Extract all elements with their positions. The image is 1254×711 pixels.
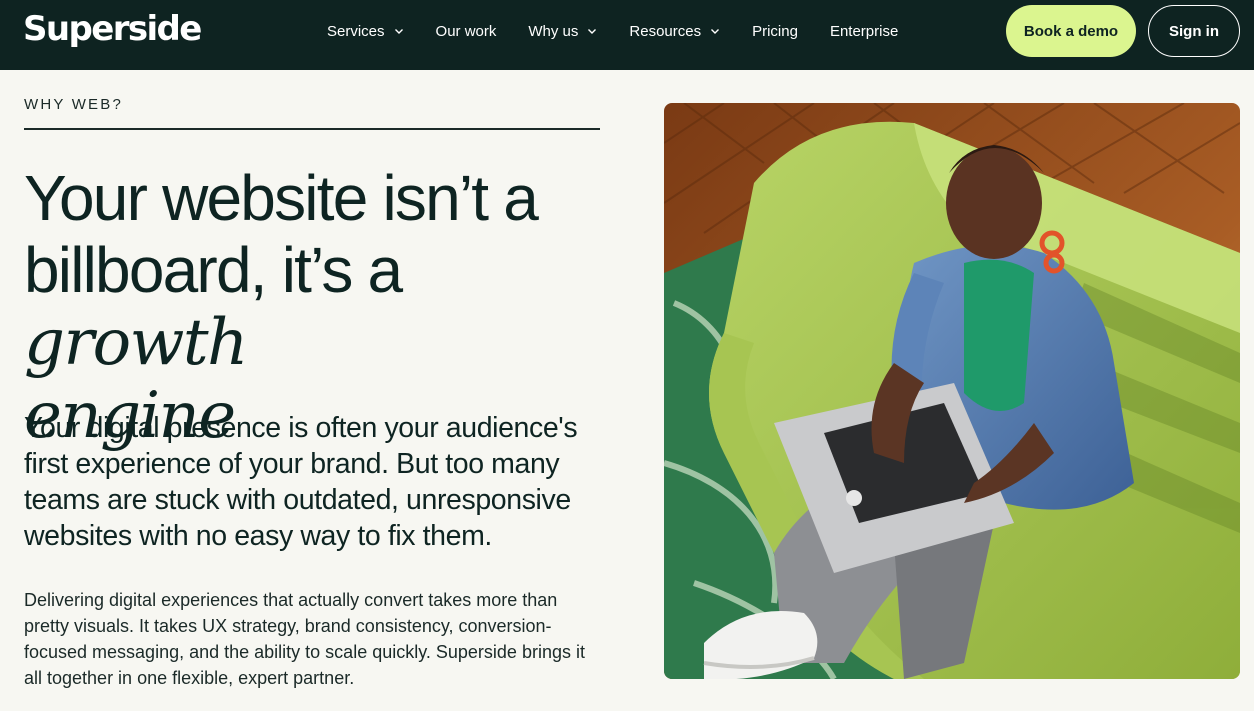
body-paragraph: Delivering digital experiences that actu… <box>24 590 585 688</box>
nav-item-label: Pricing <box>752 22 798 40</box>
chevron-down-icon <box>587 26 597 36</box>
headline-line-2: billboard, it’s a <box>24 234 403 306</box>
nav-item-why-us[interactable]: Why us <box>528 23 597 40</box>
nav-item-services[interactable]: Services <box>327 23 404 40</box>
nav-item-label: Resources <box>629 22 702 40</box>
headline-italic-growth: growth <box>24 306 248 380</box>
nav-item-enterprise[interactable]: Enterprise <box>830 23 898 40</box>
chevron-down-icon <box>394 26 404 36</box>
nav-item-pricing[interactable]: Pricing <box>752 23 798 40</box>
nav-item-label: Our work <box>435 22 497 40</box>
top-navigation: Superside Services Our work Why us Resou… <box>0 0 1254 70</box>
chevron-down-icon <box>710 26 720 36</box>
superside-logo[interactable]: Superside <box>23 9 202 49</box>
nav-item-resources[interactable]: Resources <box>629 23 720 40</box>
nav-item-label: Enterprise <box>829 22 899 40</box>
section-eyebrow: WHY WEB? <box>24 96 124 113</box>
lede-paragraph: Your digital presence is often your audi… <box>24 412 578 552</box>
page-headline: Your website isn’t a billboard, it’s a g… <box>24 162 624 452</box>
sign-in-button[interactable]: Sign in <box>1148 5 1240 57</box>
nav-item-label: Why us <box>528 22 579 40</box>
divider <box>24 128 600 130</box>
nav-item-our-work[interactable]: Our work <box>436 23 497 40</box>
headline-line-1: Your website isn’t a <box>24 162 539 234</box>
hero-image <box>664 103 1240 679</box>
nav-item-label: Services <box>327 22 385 40</box>
book-demo-button[interactable]: Book a demo <box>1006 5 1136 57</box>
main-nav: Services Our work Why us Resources Prici… <box>327 0 930 62</box>
